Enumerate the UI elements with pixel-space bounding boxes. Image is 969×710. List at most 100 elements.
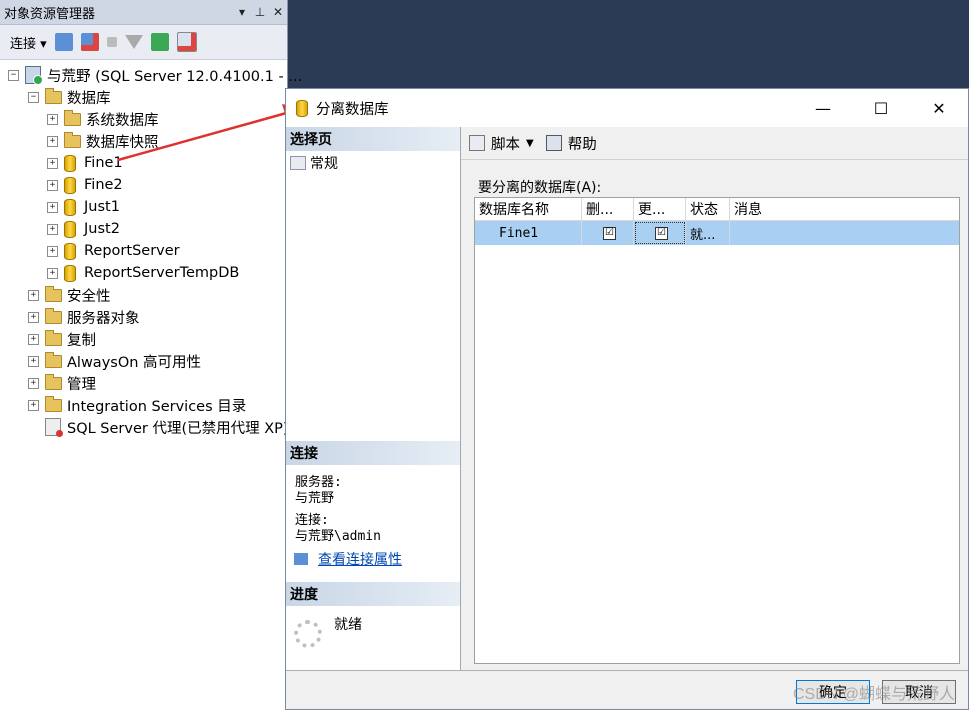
expand-icon[interactable]: +: [28, 289, 39, 301]
view-connection-properties-link[interactable]: 查看连接属性: [318, 549, 402, 569]
expand-icon[interactable]: +: [28, 355, 39, 367]
minimize-button[interactable]: —: [794, 89, 852, 127]
update-statistics-checkbox[interactable]: ☑: [655, 226, 668, 240]
tree-node-db-just1[interactable]: + Just1: [47, 196, 120, 218]
detach-database-dialog: 分离数据库 — ☐ ✕ 选择页 常规 连接 服务器: 与荒野 连接: 与荒野\a…: [285, 88, 969, 710]
column-header-name[interactable]: 数据库名称: [475, 198, 582, 220]
expand-icon[interactable]: +: [47, 245, 58, 257]
help-button[interactable]: 帮助: [568, 133, 597, 154]
tree-node-label: Just1: [84, 199, 120, 215]
tree-node-db-fine2[interactable]: + Fine2: [47, 174, 123, 196]
folder-icon: [45, 329, 62, 346]
tree-node-label: 系统数据库: [86, 112, 159, 129]
help-icon: [545, 135, 562, 151]
script-button[interactable]: 脚本: [491, 133, 520, 154]
collapse-icon[interactable]: −: [8, 69, 19, 81]
connection-label: 连接:: [295, 513, 329, 528]
summary-icon[interactable]: [176, 32, 197, 52]
database-icon: [64, 220, 76, 238]
expand-icon[interactable]: +: [47, 113, 58, 125]
stop-icon[interactable]: [106, 37, 117, 47]
tree-node-sql-agent[interactable]: SQL Server 代理(已禁用代理 XP): [45, 416, 289, 438]
connect-button[interactable]: 连接 ▾: [10, 33, 47, 52]
tree-node-label: 与荒野 (SQL Server 12.0.4100.1 - ...: [47, 68, 303, 85]
dialog-title: 分离数据库: [316, 101, 389, 118]
tree-node-replication[interactable]: + 复制: [28, 328, 96, 350]
connection-value: 与荒野\admin: [295, 529, 381, 544]
page-item-general[interactable]: 常规: [286, 151, 460, 175]
column-header-status[interactable]: 状态: [686, 198, 730, 220]
tree-node-db-just2[interactable]: + Just2: [47, 218, 120, 240]
tree-node-server-objects[interactable]: + 服务器对象: [28, 306, 140, 328]
cell-update-statistics[interactable]: ☑: [634, 221, 686, 245]
tree-node-database-snapshots[interactable]: + 数据库快照: [47, 130, 159, 152]
database-icon: [64, 242, 76, 260]
database-icon: [64, 198, 76, 216]
folder-icon: [45, 285, 62, 302]
tree-node-system-databases[interactable]: + 系统数据库: [47, 108, 159, 130]
folder-icon: [45, 351, 62, 368]
connect-icon[interactable]: [54, 33, 73, 51]
drop-connections-checkbox[interactable]: ☑: [603, 226, 616, 240]
expand-icon[interactable]: +: [47, 157, 58, 169]
expand-icon[interactable]: +: [47, 135, 58, 147]
agent-icon: [45, 418, 63, 437]
disconnect-icon[interactable]: [80, 33, 99, 51]
cell-drop-connections[interactable]: ☑: [582, 221, 634, 245]
dropdown-icon[interactable]: ▾: [233, 5, 251, 19]
filter-icon[interactable]: [124, 35, 143, 49]
database-icon: [296, 99, 308, 117]
tree-node-label: SQL Server 代理(已禁用代理 XP): [67, 420, 289, 437]
dialog-right-pane: 脚本 ▼ 帮助 要分离的数据库(A): 数据库名称 删... 更... 状态 消…: [461, 127, 968, 671]
column-header-update-statistics[interactable]: 更...: [634, 198, 686, 220]
expand-icon[interactable]: +: [47, 223, 58, 235]
progress-header: 进度: [286, 582, 460, 606]
expand-icon[interactable]: +: [28, 333, 39, 345]
tree-node-alwayson[interactable]: + AlwaysOn 高可用性: [28, 350, 201, 372]
tree-node-databases[interactable]: − 数据库: [28, 86, 111, 108]
progress-spinner-icon: [294, 620, 322, 648]
expand-icon[interactable]: +: [28, 399, 39, 411]
expand-icon[interactable]: +: [28, 377, 39, 389]
tree-node-management[interactable]: + 管理: [28, 372, 96, 394]
tree-node-db-fine1[interactable]: + Fine1: [47, 152, 123, 174]
connection-header: 连接: [286, 441, 460, 465]
folder-icon: [45, 87, 62, 104]
maximize-button[interactable]: ☐: [852, 89, 910, 127]
folder-icon: [64, 131, 81, 148]
tree-node-db-reportservertempdb[interactable]: + ReportServerTempDB: [47, 262, 239, 284]
database-icon: [64, 176, 76, 194]
tree-node-label: 管理: [67, 376, 96, 393]
pin-icon[interactable]: ⊥: [251, 5, 269, 19]
tree-node-label: Just2: [84, 221, 120, 237]
cell-status: 就...: [686, 221, 730, 245]
close-icon[interactable]: ✕: [269, 5, 287, 19]
tree-node-integration-services[interactable]: + Integration Services 目录: [28, 394, 246, 416]
tree-node-label: 数据库快照: [86, 134, 159, 151]
server-label: 服务器:: [295, 475, 342, 490]
table-row[interactable]: Fine1 ☑ ☑ 就...: [475, 221, 959, 245]
tree-node-label: Fine2: [84, 177, 123, 193]
folder-icon: [64, 109, 81, 126]
object-explorer-toolbar: 连接 ▾: [0, 25, 287, 60]
collapse-icon[interactable]: −: [28, 91, 39, 103]
tree-node-server[interactable]: − 与荒野 (SQL Server 12.0.4100.1 - ...: [8, 64, 302, 86]
column-header-drop-connections[interactable]: 删...: [582, 198, 634, 220]
close-button[interactable]: ✕: [910, 89, 968, 127]
tree-node-db-reportserver[interactable]: + ReportServer: [47, 240, 180, 262]
dialog-titlebar: 分离数据库 — ☐ ✕: [286, 89, 968, 127]
script-icon: [469, 135, 485, 151]
object-explorer-titlebar: 对象资源管理器 ▾ ⊥ ✕: [0, 0, 287, 25]
page-item-label: 常规: [310, 156, 338, 172]
connect-label: 连接: [10, 36, 37, 52]
column-header-message[interactable]: 消息: [730, 198, 959, 220]
tree-node-label: ReportServer: [84, 243, 180, 259]
tree-node-security[interactable]: + 安全性: [28, 284, 111, 306]
progress-status: 就绪: [334, 617, 362, 633]
refresh-icon[interactable]: [150, 33, 169, 51]
expand-icon[interactable]: +: [47, 201, 58, 213]
expand-icon[interactable]: +: [47, 267, 58, 279]
chevron-down-icon[interactable]: ▼: [526, 138, 534, 149]
expand-icon[interactable]: +: [28, 311, 39, 323]
expand-icon[interactable]: +: [47, 179, 58, 191]
